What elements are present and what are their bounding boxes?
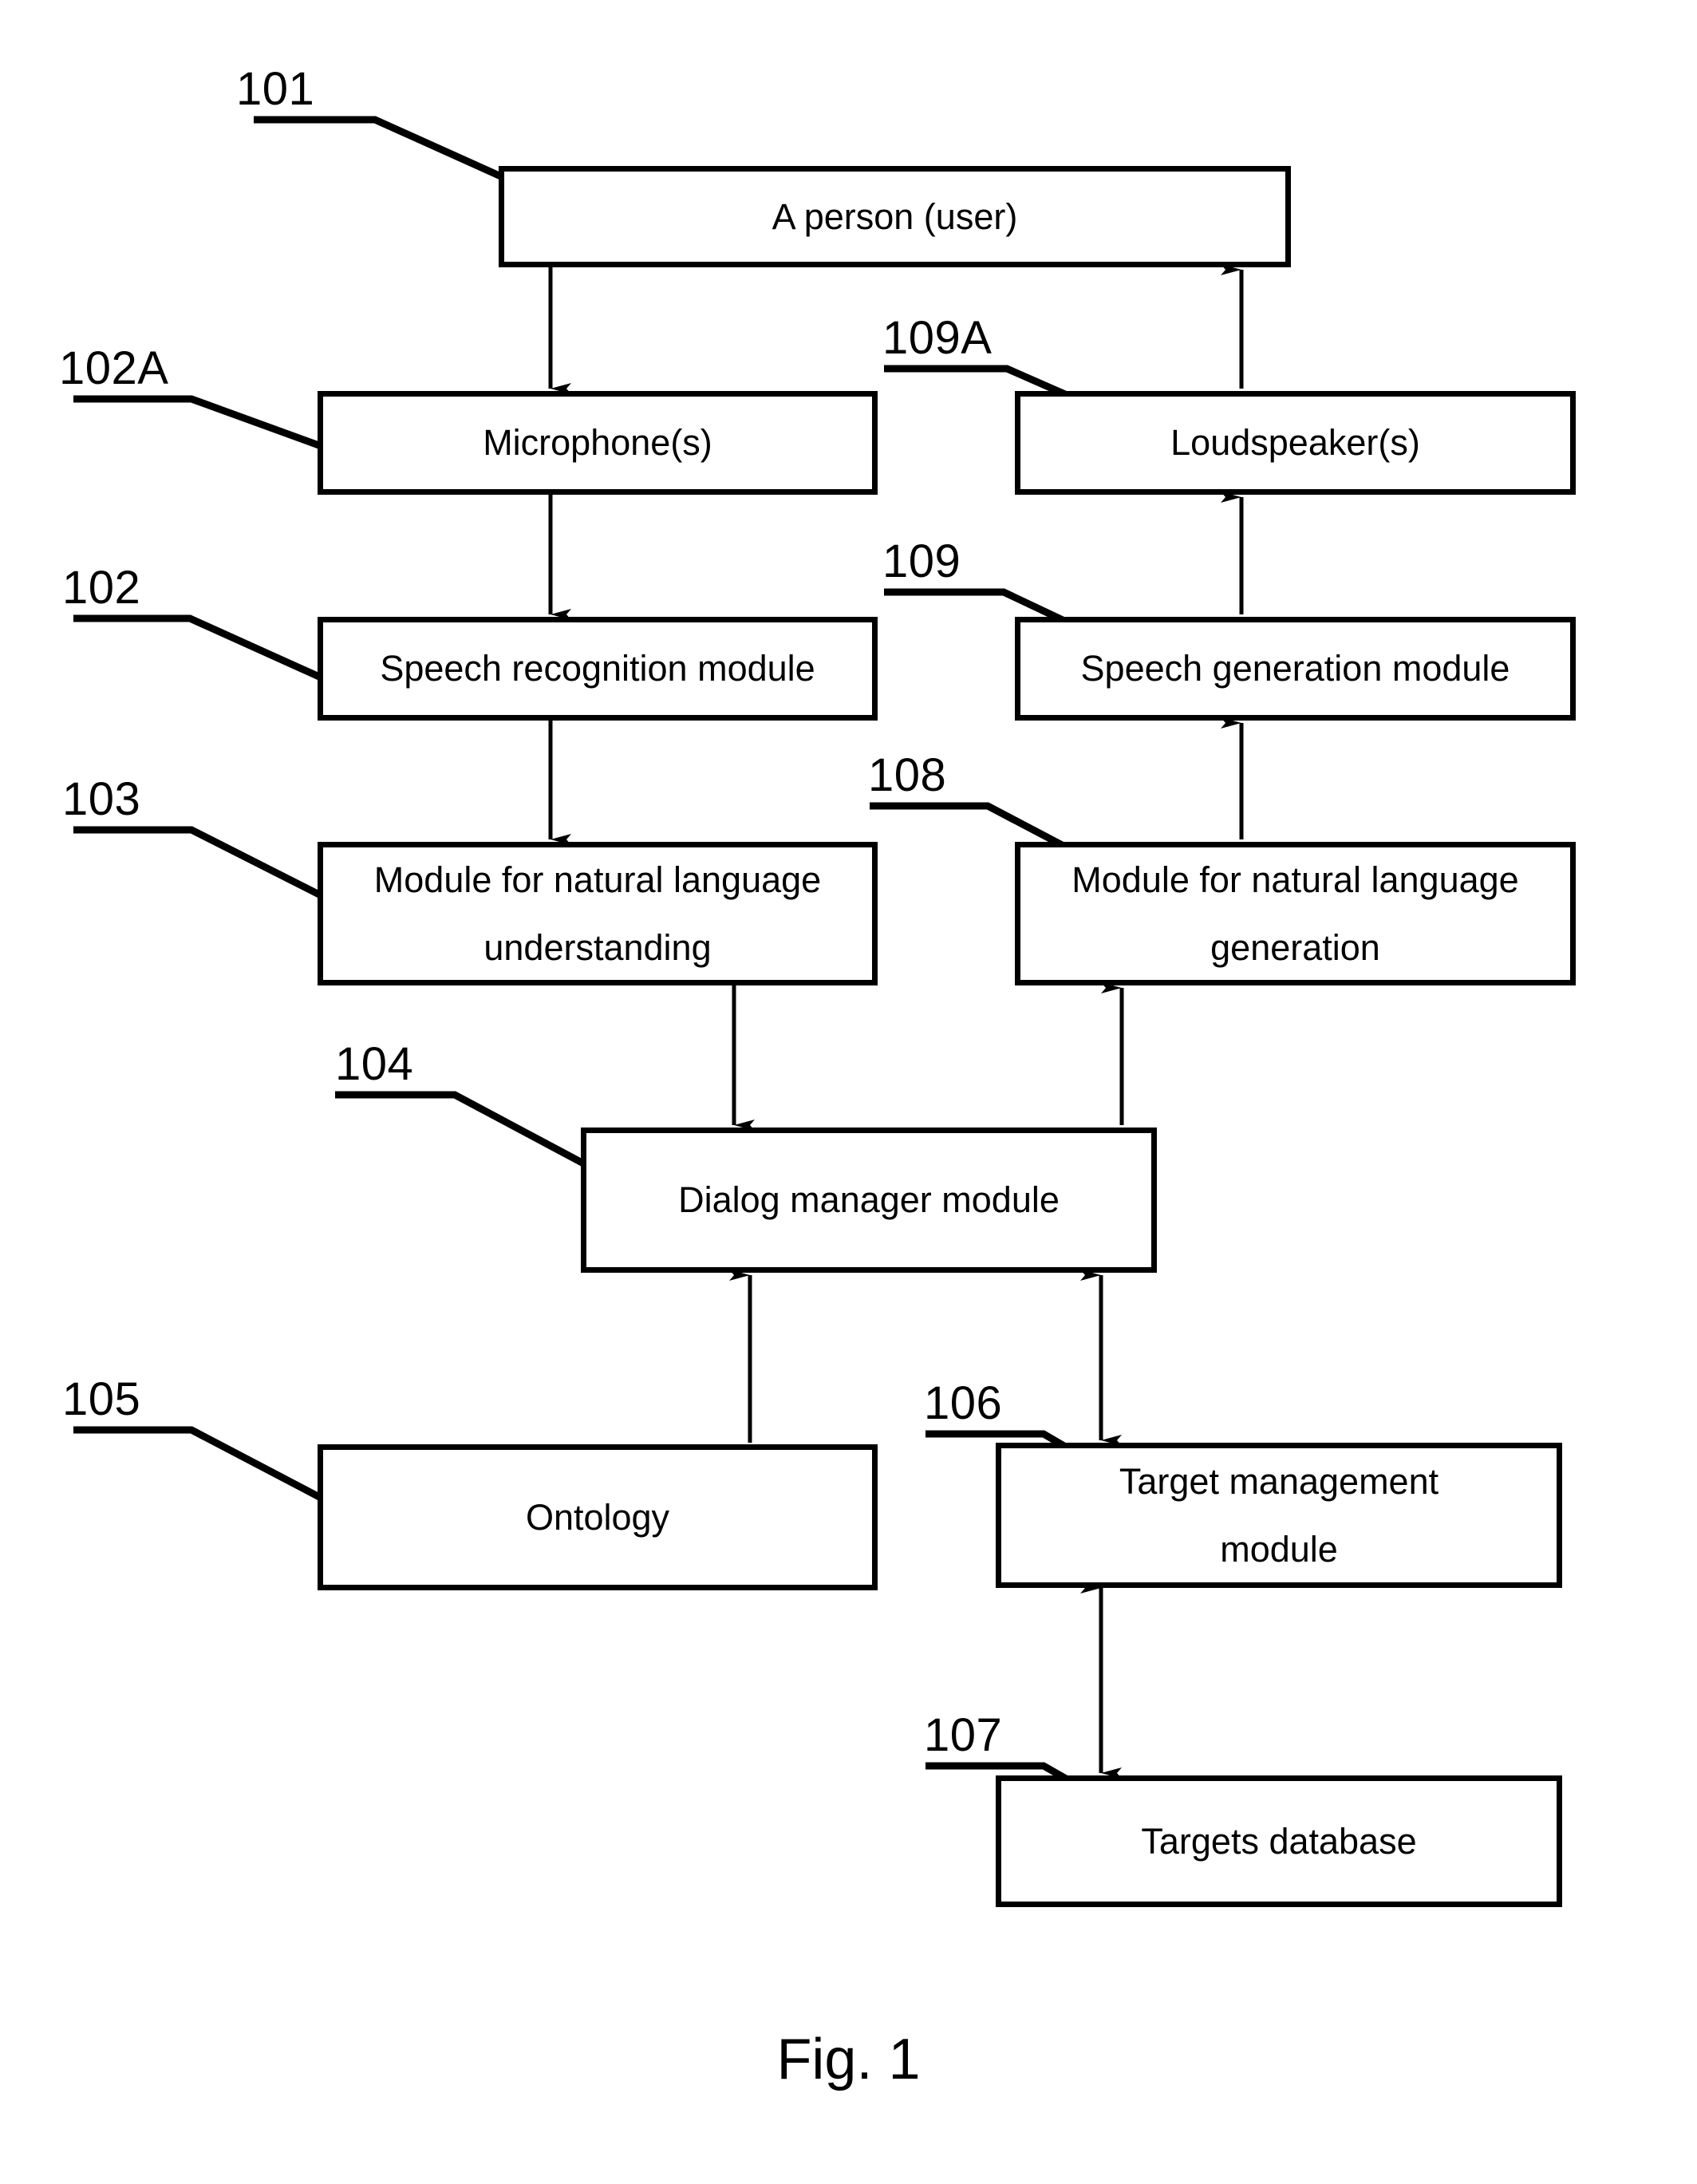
node-label-microphones: Microphone(s): [483, 422, 712, 464]
node-label-ontology: Ontology: [525, 1496, 670, 1538]
leader-102A: [73, 395, 325, 451]
ref-number-102A: 102A: [59, 342, 169, 394]
ref-number-109A: 109A: [882, 312, 993, 364]
node-label-target-management-line1: Target management: [1119, 1461, 1439, 1502]
node-label-speech-recognition-module: Speech recognition module: [380, 648, 815, 689]
ref-number-105: 105: [62, 1373, 141, 1425]
figure-canvas: 101 102A 109A 102 109 103 108 104 105 10…: [0, 0, 1697, 2184]
ref-number-107: 107: [924, 1709, 1003, 1761]
leader-101: [254, 116, 504, 181]
node-speech-recognition-module[interactable]: Speech recognition module: [318, 617, 878, 721]
leader-105: [73, 1426, 325, 1502]
node-target-management-module[interactable]: Target management module: [996, 1443, 1562, 1588]
ref-number-102: 102: [62, 562, 141, 614]
node-natural-language-generation[interactable]: Module for natural language generation: [1015, 842, 1576, 985]
node-label-targets-database: Targets database: [1141, 1820, 1417, 1862]
node-label-person-user: A person (user): [772, 195, 1018, 237]
leader-103: [73, 826, 323, 899]
node-speech-generation-module[interactable]: Speech generation module: [1015, 617, 1576, 721]
node-person-user[interactable]: A person (user): [499, 166, 1291, 267]
figure-caption: Fig. 1: [776, 2028, 921, 2091]
leader-104: [335, 1091, 589, 1168]
ref-number-101: 101: [236, 63, 315, 115]
node-ontology[interactable]: Ontology: [318, 1444, 878, 1590]
node-dialog-manager-module[interactable]: Dialog manager module: [581, 1128, 1157, 1273]
node-label-loudspeakers: Loudspeaker(s): [1170, 422, 1420, 464]
node-targets-database[interactable]: Targets database: [996, 1775, 1562, 1907]
ref-number-103: 103: [62, 773, 141, 825]
node-loudspeakers[interactable]: Loudspeaker(s): [1015, 391, 1576, 495]
node-label-dialog-manager-module: Dialog manager module: [678, 1179, 1060, 1221]
node-label-nlg-line1: Module for natural language: [1071, 859, 1519, 900]
node-label-nlu-line1: Module for natural language: [373, 859, 822, 900]
ref-number-109: 109: [882, 535, 961, 587]
ref-number-106: 106: [924, 1377, 1003, 1429]
node-label-nlu-line2: understanding: [483, 927, 712, 968]
node-label-nlg-line2: generation: [1210, 927, 1380, 968]
node-microphones[interactable]: Microphone(s): [318, 391, 878, 495]
node-label-target-management-line2: module: [1220, 1529, 1338, 1570]
leader-102: [73, 614, 321, 681]
ref-number-108: 108: [868, 749, 947, 801]
node-label-speech-generation-module: Speech generation module: [1080, 648, 1510, 689]
node-natural-language-understanding[interactable]: Module for natural language understandin…: [318, 842, 878, 985]
ref-number-104: 104: [335, 1038, 414, 1090]
